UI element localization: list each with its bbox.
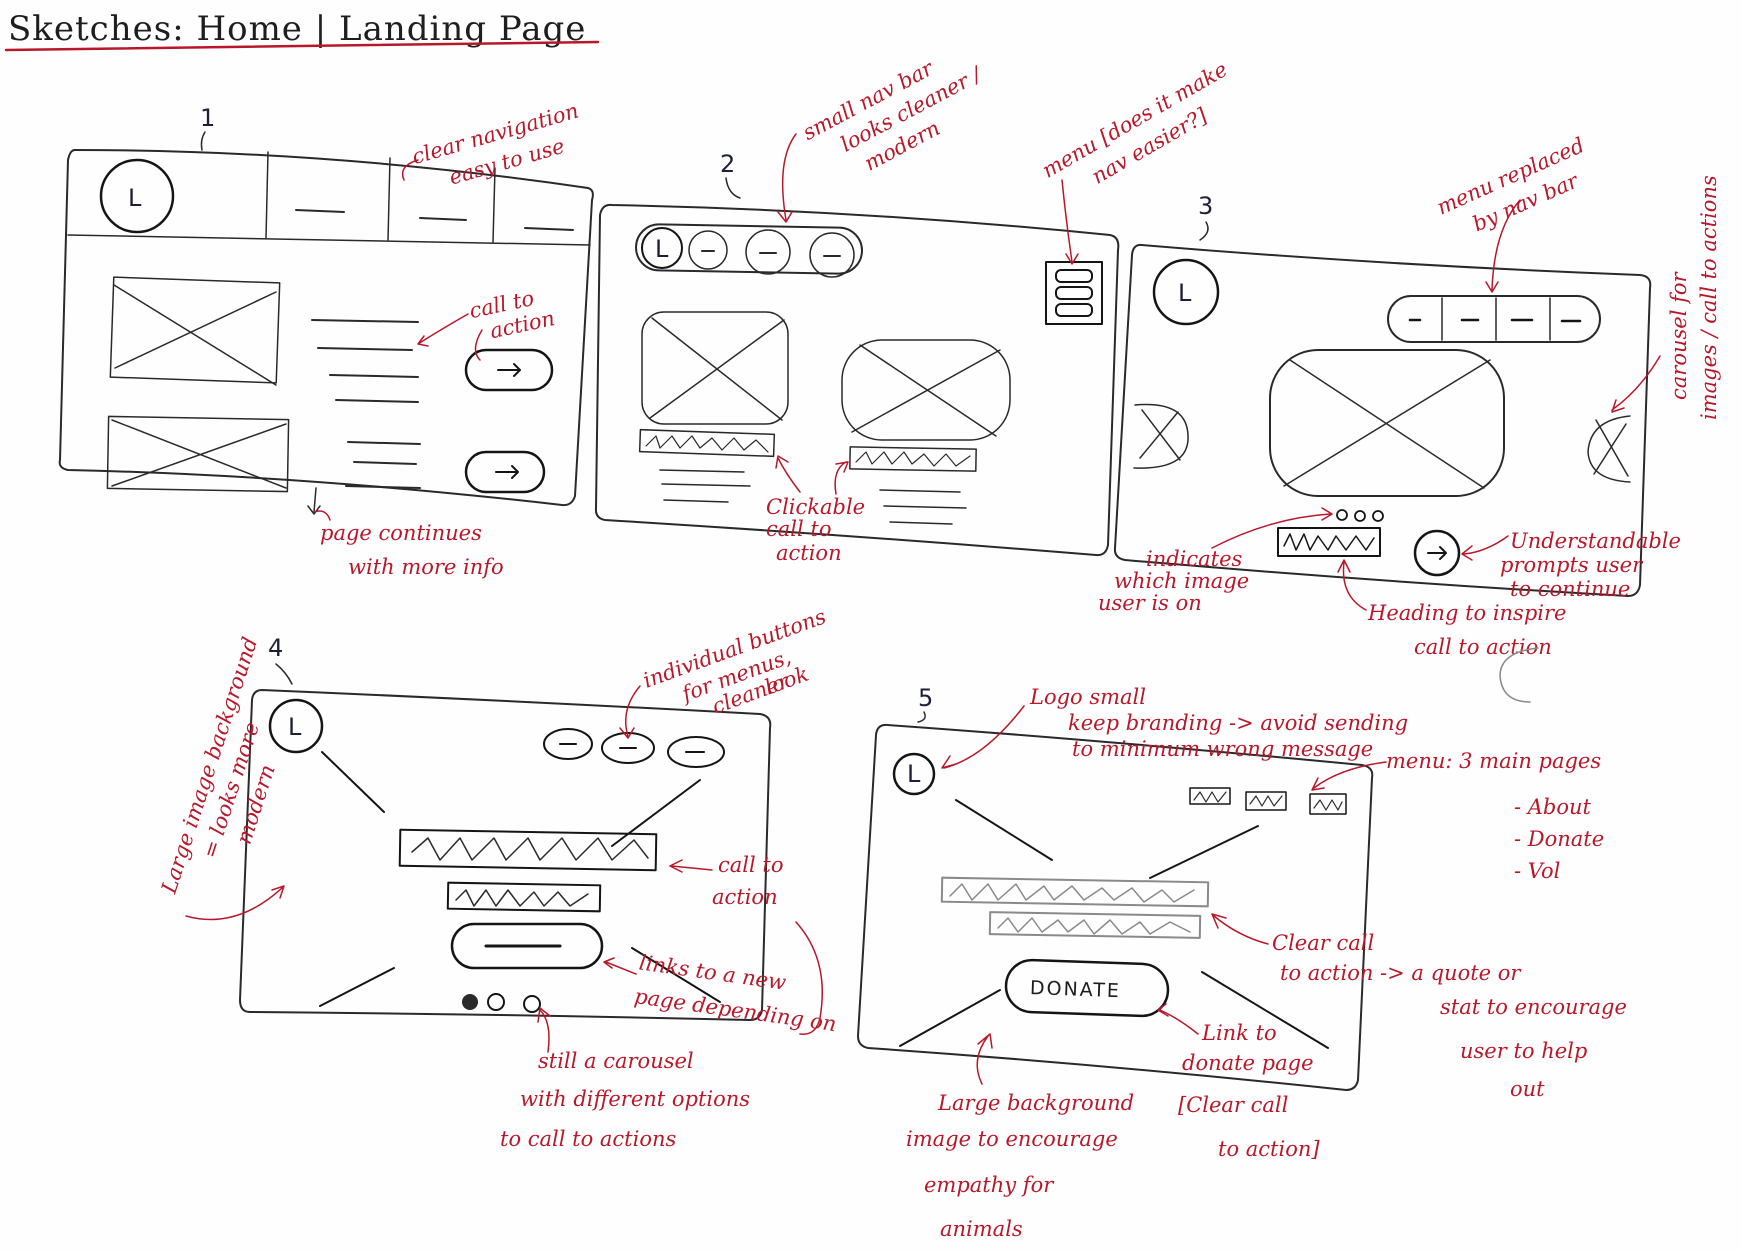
annotation-s3-prompt: Understandable prompts user to continue (1500, 529, 1681, 601)
svg-text:carousel for: carousel for (1667, 271, 1691, 400)
annotation-s2-menu: menu [does it make nav easier?] (1038, 57, 1232, 189)
svg-text:Large background: Large background (937, 1091, 1134, 1115)
carousel-dot-3a (1336, 509, 1348, 521)
svg-text:empathy for: empathy for (924, 1173, 1055, 1197)
svg-text:call to action: call to action (1414, 635, 1552, 659)
carousel-dot-4a (462, 994, 478, 1010)
svg-text:user to help: user to help (1460, 1039, 1587, 1063)
sketch-number-4: 4 (268, 634, 283, 662)
carousel-dot-4b (487, 993, 505, 1011)
svg-text:animals: animals (940, 1217, 1023, 1241)
svg-text:L: L (288, 713, 302, 741)
annotations: clear navigation easy to use call to act… (156, 55, 1721, 1241)
carousel-dot-3b (1354, 510, 1366, 522)
carousel-dot-4c (523, 995, 541, 1013)
svg-text:to minimum wrong messa: to minimum wrong message (1072, 737, 1373, 761)
svg-text:which image: which image (1114, 569, 1249, 593)
annotation-s3-indicates: indicates which image user is on (1098, 547, 1249, 615)
frame-5 (857, 723, 1374, 1091)
annotation-s2-cta: Clickable call to action (766, 495, 865, 565)
annotation-s3-menu: menu replaced by nav bar (1433, 133, 1588, 236)
svg-text:L: L (907, 760, 921, 788)
carousel-next-image-3 (1587, 415, 1631, 483)
svg-text:action: action (712, 885, 778, 909)
annotation-s5-menu: menu: 3 main pages - About - Donate - Vo… (1386, 749, 1604, 883)
svg-text:page continues: page continues (320, 521, 482, 545)
annotation-s4-buttons: individual buttons for menus, cleaner lo… (640, 604, 829, 718)
annotation-s4-carousel: still a carousel with different options … (500, 1049, 750, 1151)
svg-text:Clear call: Clear call (1272, 931, 1374, 955)
svg-text:prompts user: prompts user (1500, 553, 1644, 577)
svg-text:menu: 3 main pages: menu: 3 main pages (1386, 749, 1601, 773)
annotation-s5-clear: [Clear call to action] (1178, 1093, 1320, 1161)
svg-text:to call to actions: to call to actions (500, 1127, 677, 1151)
svg-text:to action]: to action] (1218, 1137, 1320, 1161)
heading-bar-4 (398, 828, 658, 872)
logo-letter-1: L (128, 184, 142, 212)
svg-text:call to: call to (766, 517, 831, 541)
sketch-canvas: Sketches: Home | Landing Page 1 L 2 L 3 … (4, 9, 1721, 1241)
svg-text:- Donate: - Donate (1514, 827, 1604, 851)
svg-text:Link to: Link to (1201, 1021, 1277, 1045)
svg-text:stat to encourage: stat to encourage (1440, 995, 1627, 1019)
annotation-s4-cta: call to action (712, 853, 783, 909)
annotation-s5-cta: Clear call to action -> a quote or (1272, 931, 1522, 985)
sketch-sheet: Sketches: Home | Landing Page 1 L 2 L 3 … (0, 0, 1742, 1250)
sketch-number-1: 1 (200, 104, 215, 132)
svg-text:Logo small: Logo small (1029, 685, 1146, 709)
svg-text:image to encourage: image to encourage (906, 1127, 1118, 1151)
annotation-s3-heading: Heading to inspire call to action (1367, 601, 1566, 659)
hamburger-menu-icon (1045, 261, 1103, 325)
svg-text:page depending on: page depending on (633, 984, 838, 1036)
svg-text:donate page: donate page (1182, 1051, 1314, 1075)
svg-text:keep branding -> avoid sending: keep branding -> avoid sending (1068, 711, 1408, 735)
svg-text:to action -> a quote or: to action -> a quote or (1280, 961, 1522, 985)
subheading-bar-4 (446, 881, 602, 913)
heading-bar-5 (940, 876, 1210, 908)
svg-text:L: L (1178, 279, 1192, 307)
annotation-s2-nav: small nav bar looks cleaner / modern (799, 55, 987, 175)
heading-bar-2b (849, 446, 977, 472)
svg-text:L: L (655, 235, 669, 263)
svg-text:indicates: indicates (1146, 547, 1243, 571)
svg-text:user is on: user is on (1098, 591, 1202, 615)
sketch-number-2: 2 (720, 150, 735, 178)
svg-text:with different options: with different options (520, 1087, 750, 1111)
annotation-s1-page: page continues with more info (320, 521, 504, 579)
annotation-s1-nav: clear navigation easy to use (409, 99, 581, 190)
svg-text:still a carousel: still a carousel (538, 1049, 694, 1073)
carousel-dot-3c (1372, 510, 1384, 522)
annotation-s5-stat: stat to encourage user to help out (1440, 995, 1627, 1101)
svg-text:- About: - About (1514, 795, 1592, 819)
svg-text:action: action (776, 541, 842, 565)
annotation-s3-carousel: carousel for images / call to actions (1667, 175, 1721, 420)
heading-bar-2a (638, 428, 776, 458)
annotation-s5-bg: Large background image to encourage empa… (906, 1091, 1134, 1241)
svg-text:to continue: to continue (1510, 577, 1630, 601)
annotation-s5-logo: Logo small keep branding -> avoid sendin… (1029, 685, 1408, 761)
sketch-number-3: 3 (1198, 192, 1213, 220)
annotation-s4-bg: Large image background = looks more mode… (156, 634, 279, 897)
svg-text:[Clear call: [Clear call (1178, 1093, 1288, 1117)
svg-text:call to: call to (718, 853, 783, 877)
donate-label: DONATE (1030, 977, 1122, 1002)
annotation-s5-link: Link to donate page (1182, 1021, 1314, 1075)
svg-text:images / call to actions: images / call to actions (1697, 175, 1721, 420)
sketch-number-5: 5 (918, 684, 933, 712)
annotation-s1-cta: call to action (467, 286, 557, 343)
svg-text:out: out (1510, 1077, 1545, 1101)
svg-text:Understandable: Understandable (1510, 529, 1681, 553)
svg-text:with more info: with more info (348, 555, 504, 579)
svg-text:Heading to inspire: Heading to inspire (1367, 601, 1566, 625)
svg-text:- Vol: - Vol (1514, 859, 1560, 883)
annotation-s4-link: links to a new page depending on (633, 950, 838, 1036)
svg-text:Clickable: Clickable (766, 495, 865, 519)
